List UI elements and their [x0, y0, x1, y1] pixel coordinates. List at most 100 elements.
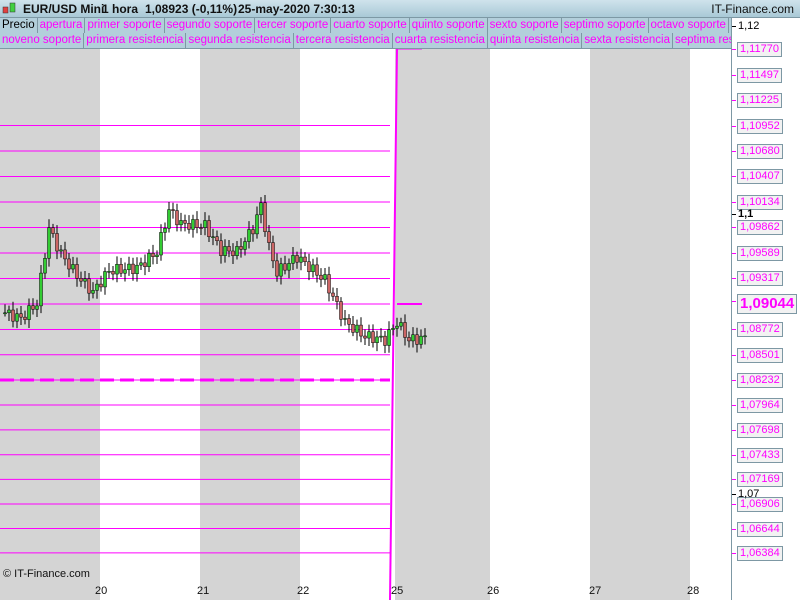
- instrument: EUR/USD Mini: [23, 2, 105, 16]
- candle: [323, 267, 327, 285]
- candle: [159, 224, 163, 261]
- price-level-label: 1,09044: [731, 294, 798, 314]
- candle: [151, 244, 155, 265]
- session-band: [200, 48, 300, 600]
- legend-item[interactable]: tercera resistencia: [294, 33, 393, 48]
- candle: [171, 202, 175, 219]
- candle: [183, 214, 187, 232]
- price-level-label: 1,10680: [732, 143, 783, 159]
- candle: [327, 266, 331, 302]
- candle: [307, 253, 311, 281]
- candle: [379, 328, 383, 343]
- price-level-label: 1,09589: [732, 246, 783, 261]
- candle: [163, 222, 167, 241]
- legend-item[interactable]: sexta resistencia: [582, 33, 673, 48]
- price-level-label: 1,10952: [732, 118, 783, 134]
- candle: [179, 212, 183, 232]
- legend-item[interactable]: sexto soporte: [488, 18, 562, 33]
- candle: [107, 263, 111, 279]
- price-level-label: 1,07433: [732, 447, 783, 463]
- candle: [351, 316, 355, 337]
- legend-row-1: Precio apertura primer soporte segundo sopo…: [0, 18, 731, 34]
- candle: [187, 215, 191, 234]
- legend-row-2: noveno soporte primera resistencia segunda…: [0, 33, 731, 49]
- legend-item[interactable]: septima resistencia: [673, 33, 731, 48]
- candle: [155, 250, 159, 265]
- candle: [387, 321, 391, 353]
- legend-item[interactable]: primera resistencia: [84, 33, 187, 48]
- price-level-label: 1,06384: [732, 545, 783, 561]
- price-tick-label: 1,1: [731, 207, 754, 220]
- candle: [167, 201, 171, 233]
- candle: [359, 317, 363, 343]
- legend-item[interactable]: cuarto soporte: [331, 18, 410, 33]
- title-bar: EUR/USD Mini 1 hora 1,08923 (-0,11%) 25-…: [0, 0, 800, 18]
- datetime: 25-may-2020 7:30:13: [238, 2, 355, 16]
- candle: [363, 329, 367, 346]
- date-tick-label: 21: [197, 585, 210, 597]
- candle: [139, 257, 143, 270]
- legend-item[interactable]: segundo soporte: [165, 18, 256, 33]
- candle: [303, 252, 307, 267]
- price-tick-label: 1,07: [731, 488, 760, 501]
- legend-item[interactable]: septimo soporte: [562, 18, 649, 33]
- price-level-label: 1,10407: [732, 169, 783, 185]
- price-level-label: 1,11225: [732, 92, 782, 108]
- candle: [103, 267, 107, 295]
- candle: [375, 330, 379, 352]
- legend-item[interactable]: noveno soporte: [0, 33, 85, 48]
- session-band: [0, 48, 100, 600]
- date-tick-label: 26: [487, 585, 500, 597]
- price-level-label: 1,07169: [732, 472, 783, 488]
- price-level-label: 1,08232: [732, 372, 783, 388]
- candle: [335, 288, 339, 310]
- copyright: © IT-Finance.com: [3, 568, 90, 580]
- candle: [119, 257, 123, 277]
- legend-item[interactable]: cuarta resistencia: [393, 33, 488, 48]
- price-level-label: 1,07698: [732, 422, 783, 438]
- date-tick-label: 28: [687, 585, 700, 597]
- candle: [339, 297, 343, 327]
- candlestick-icon: [2, 2, 16, 14]
- candle: [319, 268, 323, 288]
- candle: [191, 214, 195, 238]
- last-price: 1,08923 (-0,11%): [145, 2, 238, 16]
- candle: [367, 324, 371, 346]
- price-level-label: 1,09862: [732, 220, 783, 236]
- price-level-label: 1,06644: [732, 521, 783, 537]
- candle: [131, 257, 135, 281]
- legend-item[interactable]: segunda resistencia: [186, 33, 294, 48]
- candle: [195, 211, 199, 234]
- legend-item[interactable]: tercer soporte: [255, 18, 332, 33]
- price-chart[interactable]: [0, 48, 731, 600]
- price-level-label: 1,11497: [732, 67, 782, 83]
- candle: [383, 331, 387, 354]
- date-tick-label: 22: [297, 585, 310, 597]
- legend-item[interactable]: quinta resistencia: [488, 33, 583, 48]
- candle: [127, 256, 131, 276]
- legend-item[interactable]: primer soporte: [85, 18, 165, 33]
- date-tick-label: 20: [95, 585, 108, 597]
- candle: [311, 258, 315, 278]
- price-tick-label: 1,12: [731, 20, 760, 33]
- session-band: [395, 48, 490, 600]
- candle: [343, 310, 347, 326]
- legend-item[interactable]: quinto soporte: [410, 18, 488, 33]
- price-level-label: 1,07964: [732, 398, 783, 414]
- price-level-label: 1,08501: [732, 347, 783, 363]
- date-tick-label: 27: [589, 585, 602, 597]
- session-band: [590, 48, 690, 600]
- price-level-label: 1,11770: [732, 41, 782, 57]
- candle: [355, 319, 359, 341]
- candle: [371, 324, 375, 348]
- legend-item[interactable]: apertura: [38, 18, 86, 33]
- candle: [331, 287, 335, 302]
- date-tick-label: 25: [391, 585, 404, 597]
- legend-item[interactable]: Precio: [0, 18, 38, 33]
- legend-item[interactable]: octavo soporte: [649, 18, 729, 33]
- price-axis[interactable]: 1,11770 1,11497 1,11225 1,10952 1,10680 1,104…: [731, 17, 800, 600]
- brand: IT-Finance.com: [711, 2, 794, 16]
- timeframe: 1 hora: [102, 2, 139, 16]
- candle: [143, 254, 147, 276]
- price-level-label: 1,08772: [732, 322, 783, 338]
